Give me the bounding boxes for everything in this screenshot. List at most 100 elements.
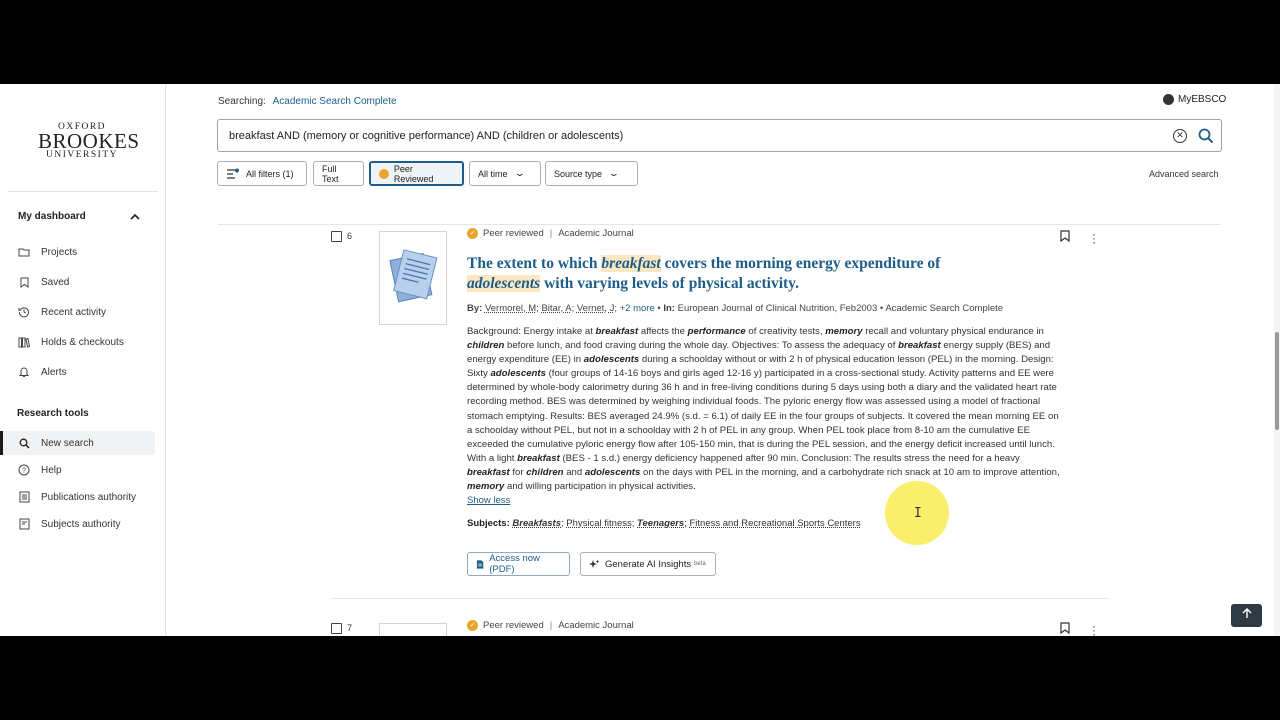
peer-reviewed-label: Peer Reviewed	[393, 163, 434, 184]
separator: |	[549, 620, 553, 631]
app-window: OXFORD BROOKES UNIVERSITY My dashboard P…	[0, 84, 1280, 636]
all-filters-label: All filters (1)	[246, 168, 294, 179]
show-less-link[interactable]: Show less	[467, 495, 510, 506]
result-select-checkbox[interactable]	[331, 623, 342, 634]
result-thumbnail[interactable]	[379, 231, 447, 325]
more-authors-link[interactable]: +2 more	[620, 303, 655, 314]
results-divider	[218, 224, 1221, 225]
by-label: By:	[467, 303, 483, 314]
source-type-label: Source type	[554, 168, 603, 179]
peer-reviewed-icon: ✓	[467, 620, 478, 631]
peer-label: Peer reviewed	[483, 620, 544, 631]
myebsco-account-button[interactable]: MyEBSCO	[1163, 94, 1226, 105]
sidebar-item-publications-authority[interactable]: Publications authority	[18, 488, 136, 506]
sidebar-item-label: Alerts	[41, 366, 67, 378]
sidebar-item-new-search[interactable]: New search	[18, 434, 94, 452]
sidebar-item-label: Help	[41, 464, 62, 476]
chevron-down-icon: ⌄	[513, 168, 526, 178]
peer-reviewed-tag: ✓ Peer reviewed | Academic Journal	[467, 620, 634, 631]
subjects-icon	[18, 518, 30, 530]
beta-label: beta	[694, 561, 706, 567]
dashboard-heading: My dashboard	[18, 211, 86, 222]
full-text-filter[interactable]: Full Text	[313, 161, 364, 186]
source-type-dropdown[interactable]: Source type ⌄	[545, 161, 638, 186]
result-title[interactable]: The extent to which breakfast covers the…	[467, 254, 987, 294]
subject-link[interactable]: Teenagers	[637, 518, 684, 529]
sidebar-item-alerts[interactable]: Alerts	[18, 363, 67, 381]
time-filter-dropdown[interactable]: All time ⌄	[469, 161, 541, 186]
searching-label: Searching:	[218, 96, 266, 107]
title-part: with varying levels of physical activity…	[540, 275, 799, 292]
subject-link[interactable]: Breakfasts	[512, 518, 561, 529]
sidebar-item-label: Recent activity	[41, 306, 107, 318]
searching-indicator: Searching: Academic Search Complete	[218, 96, 397, 107]
sidebar-item-label: New search	[41, 437, 94, 449]
advanced-search-link[interactable]: Advanced search	[1149, 169, 1219, 179]
document-icon	[389, 249, 438, 303]
sidebar: OXFORD BROOKES UNIVERSITY My dashboard P…	[0, 84, 166, 636]
peer-reviewed-tag: ✓ Peer reviewed | Academic Journal	[467, 228, 634, 239]
search-input[interactable]: breakfast AND (memory or cognitive perfo…	[217, 119, 1222, 152]
result-select-checkbox[interactable]	[331, 231, 342, 242]
sidebar-item-projects[interactable]: Projects	[18, 243, 77, 261]
all-filters-button[interactable]: All filters (1)	[217, 161, 307, 186]
result-abstract: Background: Energy intake at breakfast a…	[467, 326, 1060, 493]
sidebar-item-recent-activity[interactable]: Recent activity	[18, 303, 106, 321]
scrollbar-thumb[interactable]	[1275, 332, 1279, 430]
sidebar-item-label: Holds & checkouts	[41, 336, 124, 348]
peer-reviewed-badge-icon	[379, 168, 389, 179]
result-thumbnail[interactable]	[379, 623, 447, 636]
author-link[interactable]: Bitar, A	[541, 303, 571, 314]
page-scrollbar[interactable]	[1274, 84, 1280, 636]
bookmark-icon[interactable]	[1060, 622, 1070, 634]
source-type: Academic Journal	[558, 228, 634, 239]
more-options-icon[interactable]: · · ·	[1092, 228, 1096, 248]
full-text-label: Full Text	[322, 163, 339, 184]
peer-label: Peer reviewed	[483, 228, 544, 239]
time-filter-label: All time	[478, 168, 508, 179]
folder-icon	[18, 246, 30, 258]
title-highlight: breakfast	[601, 255, 661, 272]
more-options-icon[interactable]: · · ·	[1092, 620, 1096, 636]
database-name: Academic Search Complete	[885, 303, 1004, 314]
sidebar-item-label: Publications authority	[41, 491, 137, 503]
publications-icon	[18, 491, 30, 503]
subject-link[interactable]: Fitness and Recreational Sports Centers	[690, 518, 861, 529]
author-link[interactable]: Vermorel, M	[485, 303, 536, 314]
oxford-brookes-logo[interactable]: OXFORD BROOKES UNIVERSITY	[38, 122, 140, 161]
separator: •	[657, 303, 661, 314]
logo-line-3: UNIVERSITY	[46, 150, 118, 160]
title-part: The extent to which	[467, 255, 602, 272]
search-icon	[18, 437, 30, 449]
result-number: 7	[347, 623, 353, 633]
generate-ai-insights-button[interactable]: Generate AI Insights beta	[580, 552, 716, 576]
access-pdf-button[interactable]: Access now (PDF)	[467, 552, 570, 576]
sidebar-item-subjects-authority[interactable]: Subjects authority	[18, 515, 121, 533]
filter-icon	[227, 168, 239, 179]
subject-link[interactable]: Physical fitness	[566, 518, 631, 529]
arrow-up-icon	[1242, 608, 1251, 618]
database-link[interactable]: Academic Search Complete	[273, 96, 397, 107]
clear-search-icon[interactable]: ✕	[1173, 129, 1187, 143]
author-link[interactable]: Vernet, J	[577, 303, 615, 314]
sidebar-item-label: Saved	[41, 276, 70, 288]
title-part: covers the morning energy expenditure of	[660, 255, 941, 272]
research-tools-heading: Research tools	[17, 408, 89, 419]
sidebar-divider	[8, 191, 158, 192]
sidebar-item-help[interactable]: ? Help	[18, 461, 62, 479]
sidebar-item-saved[interactable]: Saved	[18, 273, 69, 291]
peer-reviewed-filter[interactable]: Peer Reviewed	[369, 161, 464, 186]
ai-insights-label: Generate AI Insights	[605, 558, 692, 570]
source-type: Academic Journal	[558, 620, 634, 631]
bookmark-icon	[18, 276, 30, 288]
back-to-top-button[interactable]	[1231, 604, 1262, 627]
bookmark-icon[interactable]	[1060, 230, 1070, 242]
user-icon	[1163, 94, 1174, 105]
dashboard-toggle[interactable]: My dashboard	[18, 211, 140, 222]
sidebar-item-holds-checkouts[interactable]: Holds & checkouts	[18, 333, 124, 351]
account-label: MyEBSCO	[1178, 94, 1227, 105]
help-icon: ?	[18, 464, 30, 476]
search-icon[interactable]	[1197, 127, 1215, 145]
logo-line-2: BROOKES	[38, 129, 140, 153]
in-label: In:	[663, 303, 675, 314]
